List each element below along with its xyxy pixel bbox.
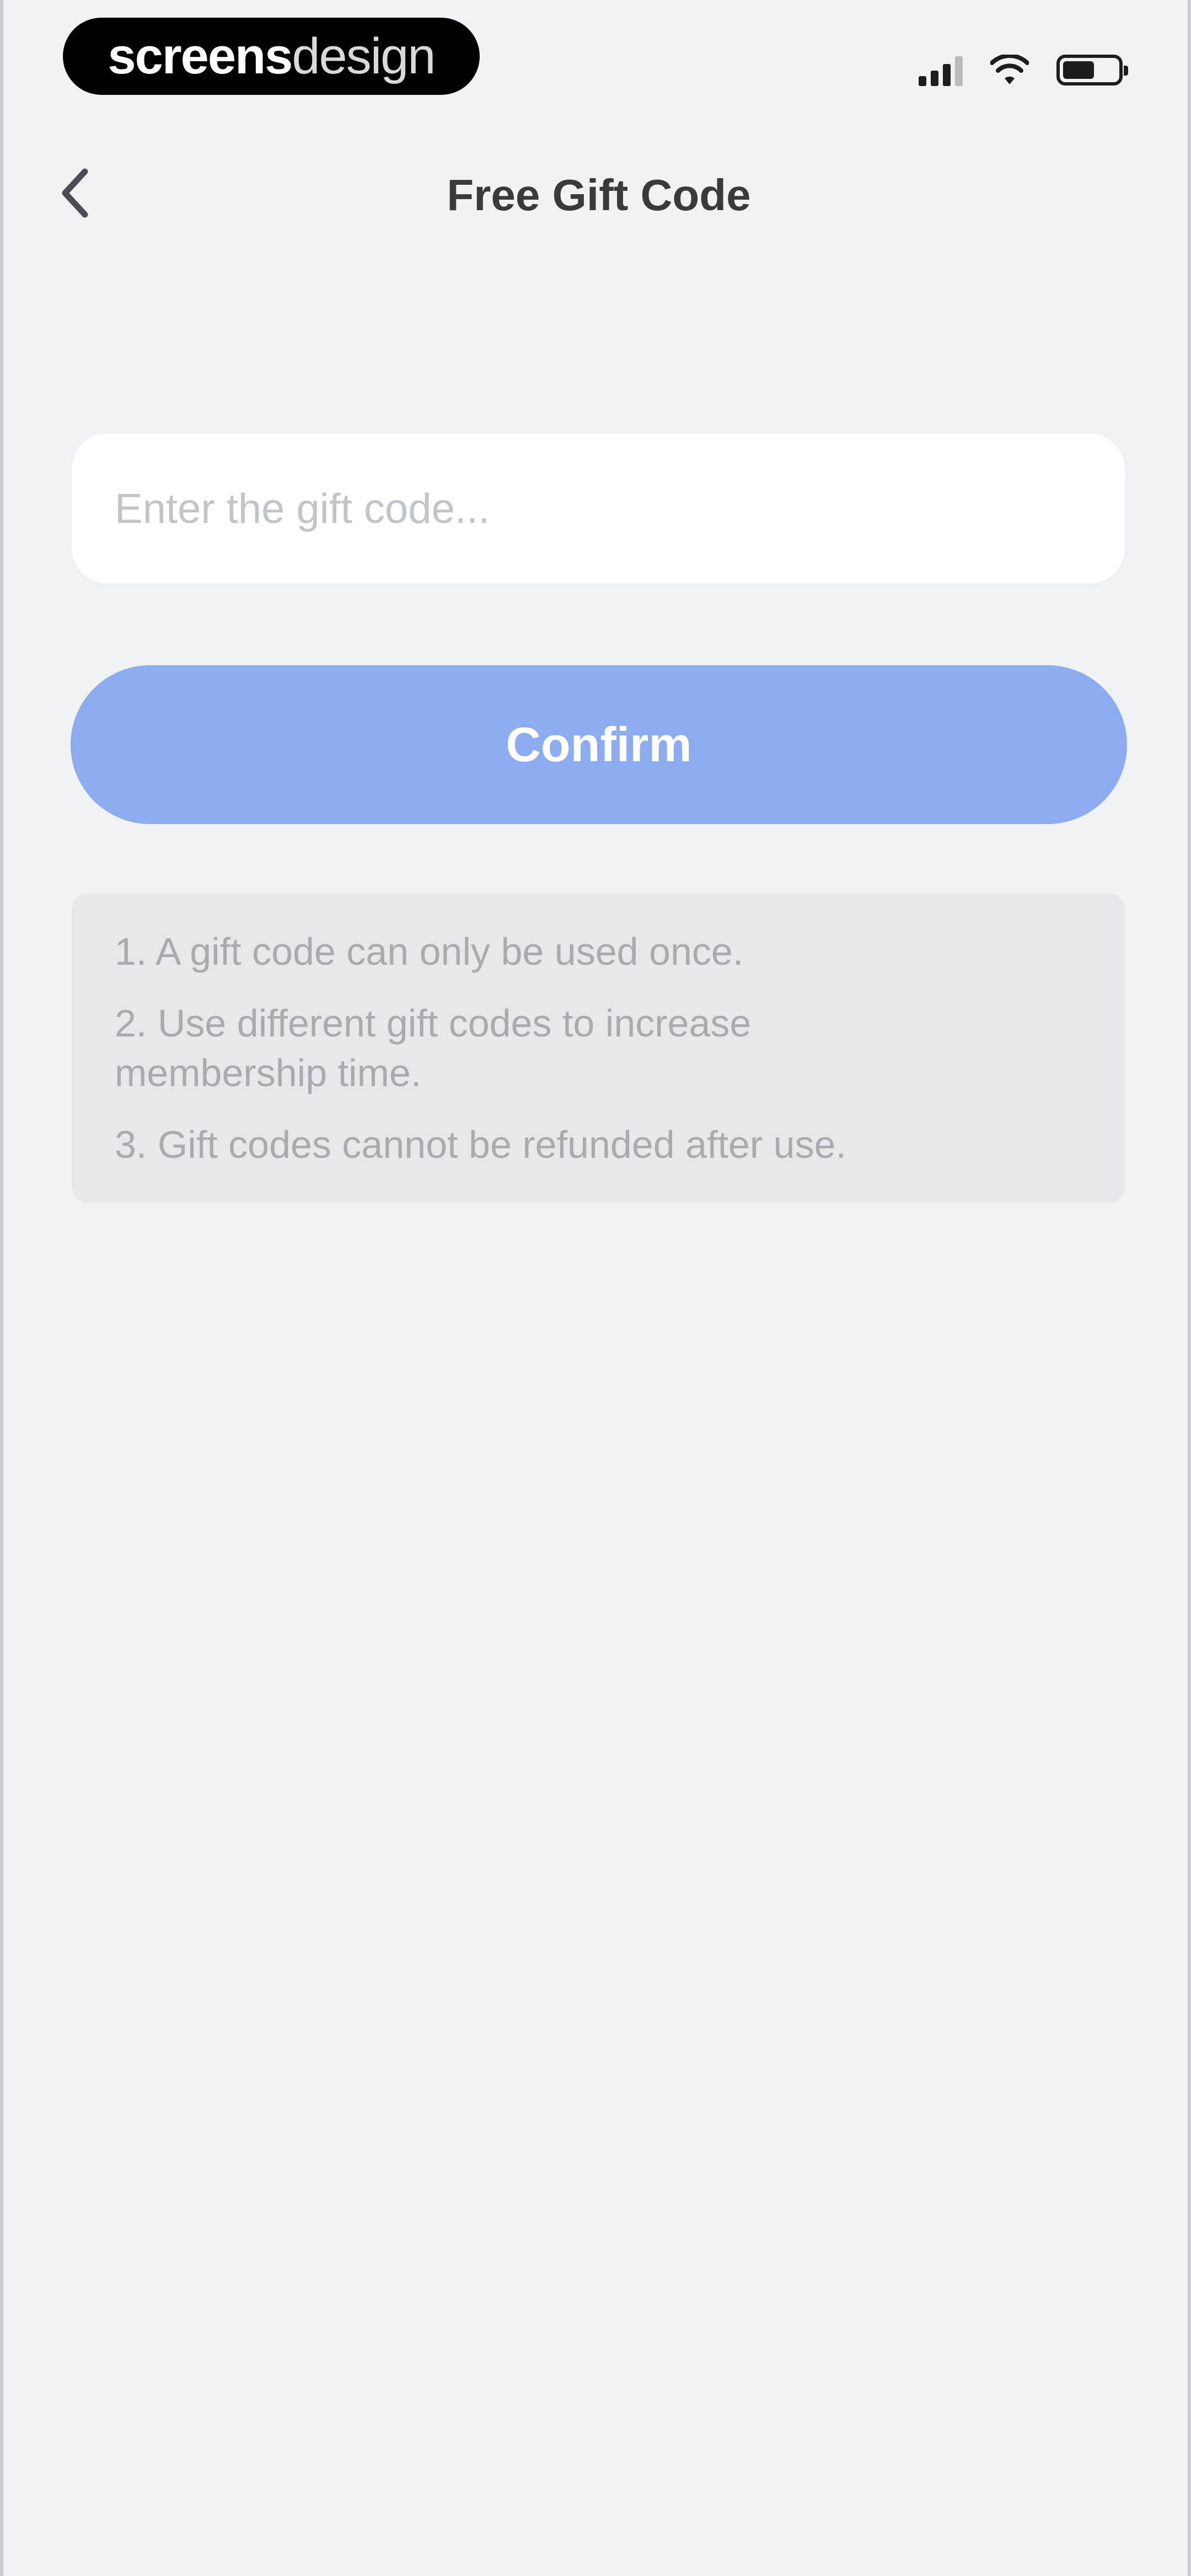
page-title: Free Gift Code [447,170,751,220]
wifi-icon [990,55,1029,84]
brand-logo: screens design [63,18,480,95]
brand-logo-bold: screens [108,28,293,84]
status-bar: screens design [3,0,1191,121]
status-icons [919,51,1128,89]
brand-logo-light: design [292,28,436,84]
signal-icon [919,54,963,86]
gift-code-input[interactable] [72,434,1125,584]
note-item: 2. Use different gift codes to increase … [115,1002,752,1094]
nav-bar: Free Gift Code [3,149,1191,237]
battery-icon [1056,55,1128,85]
note-item: 3. Gift codes cannot be refunded after u… [115,1123,846,1166]
app-screen: screensdesign Free Gift Code Confirm [0,0,1191,2576]
confirm-button[interactable]: Confirm [71,665,1127,824]
notes-box: 1. A gift code can only be used once. 2.… [72,894,1125,1203]
note-item: 1. A gift code can only be used once. [115,930,744,973]
